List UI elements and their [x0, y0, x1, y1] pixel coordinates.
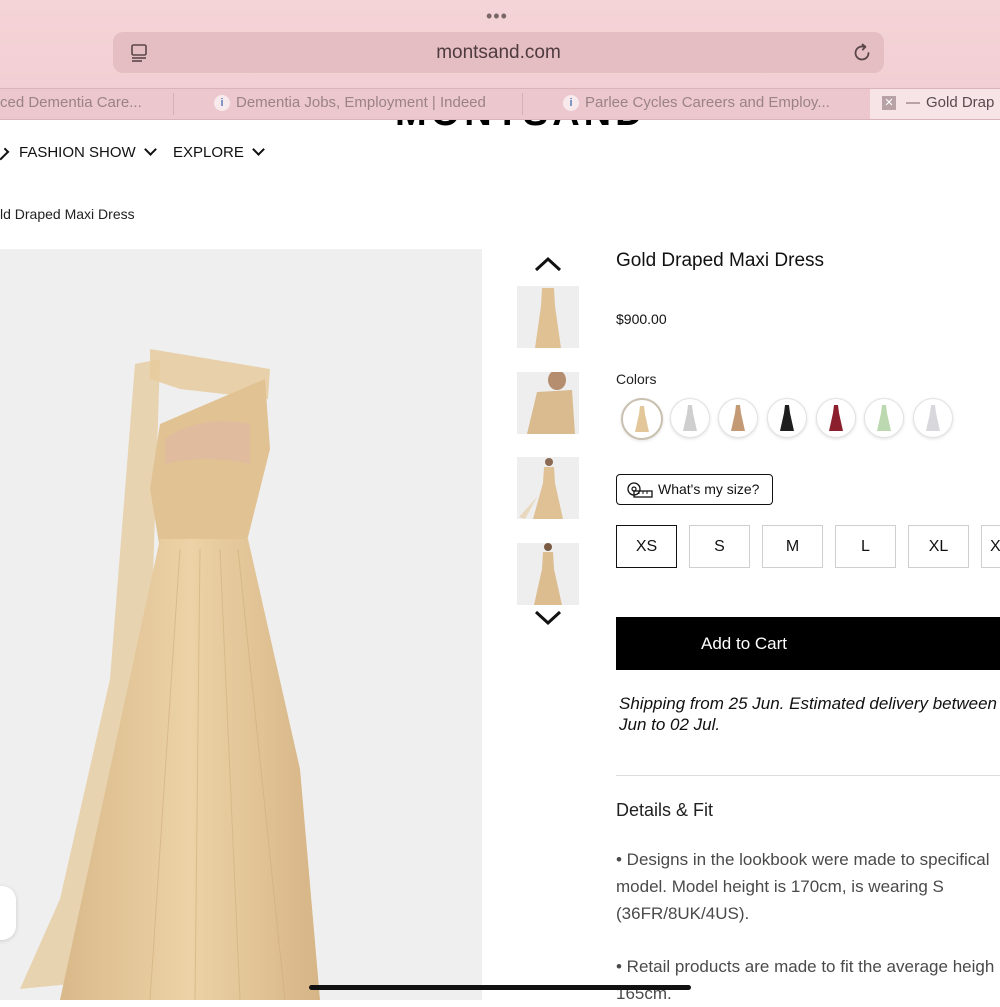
color-swatch-silver[interactable] [670, 398, 710, 438]
product-title: Gold Draped Maxi Dress [616, 250, 825, 271]
chevron-right-icon[interactable] [0, 147, 10, 161]
thumbnail-1[interactable] [517, 286, 579, 348]
size-option-xxl[interactable]: X [981, 525, 1000, 568]
chevron-down-icon [143, 143, 157, 156]
size-guide-label: What's my size? [658, 481, 760, 497]
more-options-icon[interactable]: ••• [486, 6, 508, 27]
tab-title: ced Dementia Care... [0, 94, 142, 111]
tab-title: Dementia Jobs, Employment | Indeed [236, 94, 486, 111]
size-option-s[interactable]: S [689, 525, 750, 568]
dress-swatch-icon [683, 405, 697, 431]
info-icon: i [563, 95, 579, 112]
tab-dementia-care[interactable]: ced Dementia Care... [0, 89, 172, 119]
tab-title: Parlee Cycles Careers and Employ... [585, 94, 830, 111]
url-text: montsand.com [436, 42, 561, 63]
product-price: $900.00 [616, 311, 667, 327]
size-option-xs[interactable]: XS [616, 525, 677, 568]
dress-thumbnail [527, 372, 575, 434]
tab-gold-draped[interactable]: ✕ Gold Drap [870, 89, 1000, 119]
details-fit-heading[interactable]: Details & Fit [616, 800, 713, 821]
size-option-l[interactable]: L [835, 525, 896, 568]
dress-image [20, 349, 320, 1000]
dress-swatch-icon [926, 405, 940, 431]
nav-label: EXPLORE [173, 144, 244, 161]
shipping-info: Shipping from 25 Jun. Estimated delivery… [619, 694, 997, 734]
color-swatch-gold[interactable] [621, 398, 663, 440]
tab-title: Gold Drap [926, 94, 995, 111]
thumbnail-4[interactable] [517, 543, 579, 605]
dress-swatch-icon [731, 405, 745, 431]
tab-bar: ced Dementia Care... i Dementia Jobs, Emp… [0, 88, 1000, 120]
dress-swatch-icon [877, 405, 891, 431]
chevron-up-icon[interactable] [533, 254, 563, 274]
reload-icon[interactable] [851, 42, 873, 64]
main-product-image[interactable] [0, 249, 482, 1000]
breadcrumb[interactable]: ld Draped Maxi Dress [0, 206, 135, 222]
divider [616, 775, 1000, 776]
home-indicator[interactable] [309, 985, 691, 990]
dress-swatch-icon [829, 405, 843, 431]
color-swatch-black[interactable] [767, 398, 807, 438]
tab-indeed[interactable]: i Dementia Jobs, Employment | Indeed [214, 89, 519, 119]
nav-fashion-show[interactable]: FASHION SHOW [19, 143, 157, 161]
chat-widget-button[interactable] [0, 886, 16, 940]
dress-swatch-icon [780, 405, 794, 431]
tab-separator [522, 93, 523, 115]
details-paragraph: • Designs in the lookbook were made to s… [616, 850, 990, 923]
nav-label: FASHION SHOW [19, 144, 136, 161]
tab-parlee[interactable]: i Parlee Cycles Careers and Employ... [563, 89, 863, 119]
measuring-tape-icon [627, 482, 653, 498]
nav-explore[interactable]: EXPLORE [173, 143, 265, 161]
chevron-down-icon [252, 143, 265, 156]
favicon-placeholder-icon [906, 102, 920, 105]
add-to-cart-label: Add to Cart [701, 634, 787, 653]
color-swatch-light-grey[interactable] [913, 398, 953, 438]
thumbnail-3[interactable] [517, 457, 579, 519]
size-option-xl[interactable]: XL [908, 525, 969, 568]
dress-thumbnail [535, 288, 561, 348]
dress-thumbnail [534, 543, 562, 605]
colors-label: Colors [616, 371, 657, 387]
thumbnail-2[interactable] [517, 372, 579, 434]
color-swatch-burgundy[interactable] [816, 398, 856, 438]
close-tab-icon[interactable]: ✕ [882, 96, 896, 111]
dress-thumbnail [519, 458, 563, 519]
details-paragraph: • Retail products are made to fit the av… [616, 957, 995, 1003]
chevron-down-icon[interactable] [533, 608, 563, 628]
color-swatch-mint[interactable] [864, 398, 904, 438]
tab-separator [173, 93, 174, 115]
add-to-cart-button[interactable]: Add to Cart [616, 617, 1000, 670]
size-guide-button[interactable]: What's my size? [616, 474, 773, 505]
dress-swatch-icon [635, 406, 649, 432]
info-icon: i [214, 95, 230, 112]
size-option-m[interactable]: M [762, 525, 823, 568]
address-bar[interactable]: montsand.com [113, 32, 884, 73]
color-swatch-bronze[interactable] [718, 398, 758, 438]
